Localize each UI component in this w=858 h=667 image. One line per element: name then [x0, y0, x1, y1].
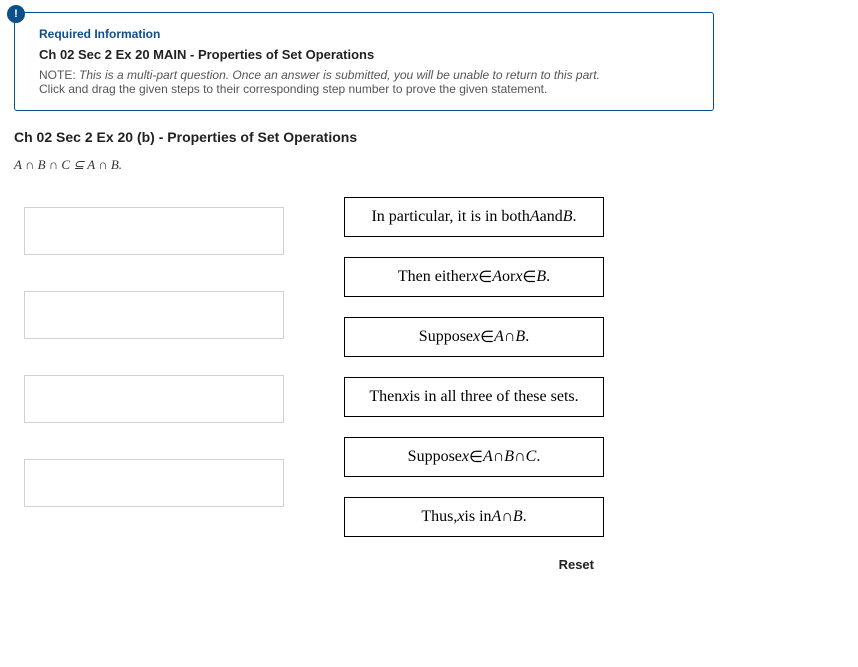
drop-slot-3[interactable]: [24, 375, 284, 423]
question-subheading: Ch 02 Sec 2 Ex 20 (b) - Properties of Se…: [14, 129, 844, 145]
choice-card[interactable]: Then x is in all three of these sets.: [344, 377, 604, 417]
required-info-label: Required Information: [39, 27, 693, 41]
choice-card[interactable]: Suppose x ∈ A ∩ B ∩ C.: [344, 437, 604, 477]
drop-slot-1[interactable]: [24, 207, 284, 255]
required-info-box: ! Required Information Ch 02 Sec 2 Ex 20…: [14, 12, 714, 111]
choice-column-wrap: In particular, it is in both A and B. Th…: [344, 197, 604, 572]
choice-card[interactable]: Suppose x ∈ A ∩ B.: [344, 317, 604, 357]
note-prefix: NOTE:: [39, 68, 79, 82]
statement-to-prove: A ∩ B ∩ C ⊆ A ∩ B.: [14, 157, 844, 173]
note-italic: This is a multi-part question. Once an a…: [79, 68, 600, 82]
reset-row: Reset: [559, 557, 604, 572]
choice-column: In particular, it is in both A and B. Th…: [344, 197, 604, 537]
choice-card[interactable]: In particular, it is in both A and B.: [344, 197, 604, 237]
drag-drop-area: In particular, it is in both A and B. Th…: [14, 197, 844, 572]
reset-button[interactable]: Reset: [559, 557, 594, 572]
note-instruction: Click and drag the given steps to their …: [39, 82, 547, 96]
alert-icon: !: [7, 5, 25, 23]
drop-column: [24, 197, 284, 507]
info-title: Ch 02 Sec 2 Ex 20 MAIN - Properties of S…: [39, 47, 693, 62]
choice-card[interactable]: Then either x ∈ A or x ∈ B.: [344, 257, 604, 297]
info-note: NOTE: This is a multi-part question. Onc…: [39, 68, 693, 96]
drop-slot-4[interactable]: [24, 459, 284, 507]
drop-slot-2[interactable]: [24, 291, 284, 339]
choice-card[interactable]: Thus, x is in A ∩ B.: [344, 497, 604, 537]
